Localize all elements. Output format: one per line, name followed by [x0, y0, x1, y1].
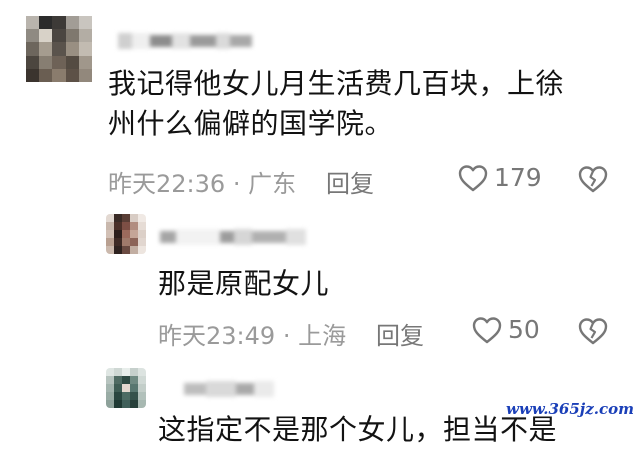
location: 广东: [248, 170, 297, 198]
like-count: 179: [494, 163, 542, 192]
avatar[interactable]: [106, 368, 146, 408]
username-blurred[interactable]: [118, 30, 252, 52]
avatar[interactable]: [26, 16, 92, 82]
username-blurred[interactable]: [184, 378, 274, 400]
comment-text-line: 那是原配女儿: [158, 267, 330, 300]
broken-heart-icon: [578, 317, 608, 345]
comment-text-line: 州什么偏僻的国学院。: [108, 107, 394, 140]
comment-meta: 昨天22:36 · 广东: [108, 164, 296, 199]
watermark: www.365jz.com: [506, 400, 634, 418]
dislike-button[interactable]: [578, 317, 608, 345]
separator: ·: [282, 322, 291, 350]
username-blurred[interactable]: [160, 226, 306, 248]
reply-button[interactable]: 回复: [326, 164, 374, 199]
location: 上海: [298, 322, 347, 350]
dislike-button[interactable]: [578, 165, 608, 193]
like-count: 50: [508, 315, 540, 344]
heart-outline-icon: [472, 316, 502, 344]
separator: ·: [232, 170, 241, 198]
comment-text-line: 我记得他女儿月生活费几百块，上徐: [108, 67, 565, 100]
heart-outline-icon: [458, 164, 488, 192]
timestamp: 昨天22:36: [108, 170, 226, 198]
comment-text-line: 这指定不是那个女儿，担当不是: [158, 413, 558, 446]
comment-meta: 昨天23:49 · 上海: [158, 316, 346, 351]
like-button[interactable]: 179: [458, 163, 542, 192]
comment-text: 这指定不是那个女儿，担当不是: [158, 410, 557, 450]
broken-heart-icon: [578, 165, 608, 193]
comment-text: 我记得他女儿月生活费几百块，上徐 州什么偏僻的国学院。: [108, 64, 564, 144]
comment-text: 那是原配女儿: [158, 264, 329, 304]
timestamp: 昨天23:49: [158, 322, 276, 350]
reply-button[interactable]: 回复: [376, 316, 424, 351]
avatar[interactable]: [106, 214, 146, 254]
like-button[interactable]: 50: [472, 315, 540, 344]
